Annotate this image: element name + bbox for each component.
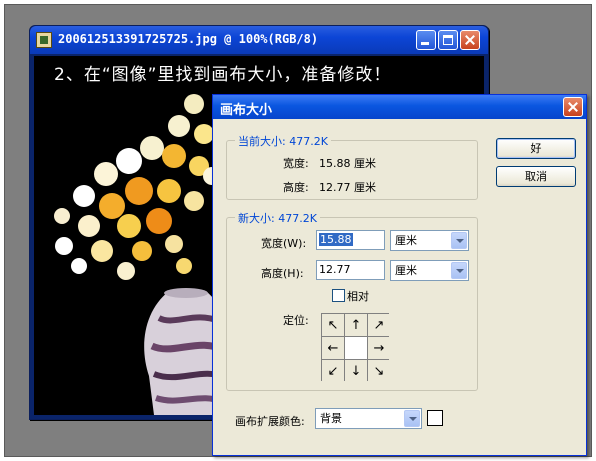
anchor-grid: ↖ ↑ ↗ ← → ↙ ↓ ↘ bbox=[321, 313, 390, 382]
height-input-value: 12.77 bbox=[319, 263, 351, 276]
canvas-size-dialog: 画布大小 当前大小: 477.2K 宽度: 15.88 厘米 高度: 12.77… bbox=[212, 94, 587, 456]
extension-color-select[interactable]: 背景 bbox=[315, 408, 422, 429]
anchor-left-icon[interactable]: ← bbox=[322, 337, 344, 359]
current-height-value: 12.77 厘米 bbox=[319, 181, 376, 194]
new-height-label: 高度(H): bbox=[261, 267, 304, 280]
ok-button[interactable]: 好 bbox=[496, 138, 576, 159]
maximize-icon[interactable] bbox=[438, 30, 458, 50]
anchor-top-left-icon[interactable]: ↖ bbox=[322, 314, 344, 336]
new-width-label: 宽度(W): bbox=[261, 237, 307, 250]
photoshop-doc-icon bbox=[36, 32, 52, 48]
document-title: 200612513391725725.jpg @ 100%(RGB/8) bbox=[58, 32, 319, 46]
current-height-label: 高度: bbox=[283, 181, 309, 194]
height-unit-select[interactable]: 厘米 bbox=[390, 260, 469, 281]
screenshot-frame: 200612513391725725.jpg @ 100%(RGB/8) 2、在… bbox=[4, 4, 592, 457]
current-size-group: 当前大小: 477.2K 宽度: 15.88 厘米 高度: 12.77 厘米 bbox=[226, 133, 478, 200]
document-title-bar[interactable]: 200612513391725725.jpg @ 100%(RGB/8) bbox=[30, 26, 488, 54]
extension-color-label: 画布扩展颜色: bbox=[235, 415, 305, 428]
dialog-title: 画布大小 bbox=[220, 103, 273, 118]
height-input[interactable]: 12.77 bbox=[316, 260, 385, 280]
anchor-top-right-icon[interactable]: ↗ bbox=[368, 314, 390, 336]
dialog-title-bar[interactable]: 画布大小 bbox=[213, 95, 586, 119]
chevron-down-icon[interactable] bbox=[451, 262, 467, 279]
width-unit-value: 厘米 bbox=[395, 234, 417, 247]
anchor-right-icon[interactable]: → bbox=[368, 337, 390, 359]
relative-checkbox[interactable] bbox=[332, 289, 345, 302]
width-input-value: 15.88 bbox=[319, 233, 353, 246]
anchor-bottom-icon[interactable]: ↓ bbox=[345, 360, 367, 382]
width-unit-select[interactable]: 厘米 bbox=[390, 230, 469, 251]
anchor-bottom-right-icon[interactable]: ↘ bbox=[368, 360, 390, 382]
chevron-down-icon[interactable] bbox=[404, 410, 420, 427]
anchor-label: 定位: bbox=[283, 314, 309, 327]
close-icon[interactable] bbox=[460, 30, 480, 50]
height-unit-value: 厘米 bbox=[395, 264, 417, 277]
relative-label: 相对 bbox=[347, 290, 369, 303]
width-input[interactable]: 15.88 bbox=[316, 230, 385, 250]
current-size-legend: 当前大小: 477.2K bbox=[235, 133, 331, 149]
cancel-button[interactable]: 取消 bbox=[496, 166, 576, 187]
new-size-legend: 新大小: 477.2K bbox=[235, 210, 320, 226]
chevron-down-icon[interactable] bbox=[451, 232, 467, 249]
current-width-label: 宽度: bbox=[283, 157, 309, 170]
extension-color-swatch[interactable] bbox=[427, 410, 443, 426]
anchor-top-icon[interactable]: ↑ bbox=[345, 314, 367, 336]
extension-color-value: 背景 bbox=[320, 412, 342, 425]
flower-bouquet bbox=[54, 94, 232, 280]
minimize-icon[interactable] bbox=[416, 30, 436, 50]
current-width-value: 15.88 厘米 bbox=[319, 157, 376, 170]
anchor-bottom-left-icon[interactable]: ↙ bbox=[322, 360, 344, 382]
anchor-center[interactable] bbox=[345, 337, 367, 359]
dialog-close-icon[interactable] bbox=[563, 97, 583, 117]
